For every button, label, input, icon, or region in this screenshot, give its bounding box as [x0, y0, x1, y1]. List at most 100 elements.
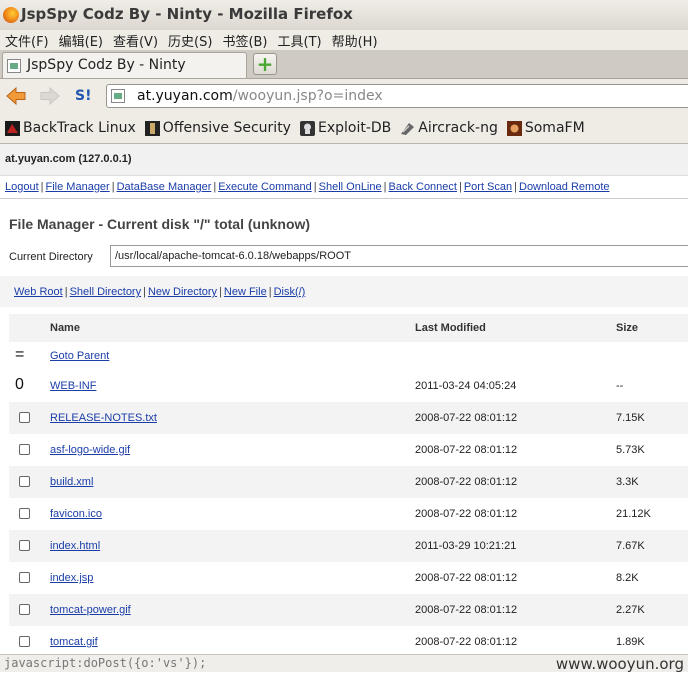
new-tab-button[interactable]: +: [253, 53, 277, 75]
shell-top-nav: Logout | File Manager | DataBase Manager | Exe…: [5, 181, 610, 193]
size-cell: 7.67K: [616, 540, 645, 552]
file-link[interactable]: build.xml: [50, 476, 93, 488]
firefox-logo-icon: [3, 7, 19, 23]
url-path: /wooyun.jsp?o=index: [232, 88, 383, 104]
size-cell: 21.12K: [616, 508, 651, 520]
browser-tab[interactable]: JspSpy Codz By - Ninty: [2, 52, 247, 78]
backtrack-icon: [5, 120, 20, 136]
page-favicon-icon: [7, 59, 21, 73]
menu-bookmarks[interactable]: 书签(B): [218, 31, 273, 50]
nav-execute-command-link[interactable]: Execute Command: [218, 181, 312, 193]
last-modified-cell: 2008-07-22 08:01:12: [415, 444, 518, 456]
site-identity-icon[interactable]: [111, 89, 125, 103]
table-row: build.xml 2008-07-22 08:01:12 3.3K: [9, 466, 688, 498]
exploitdb-icon: [299, 120, 315, 136]
header-name: Name: [50, 322, 80, 334]
menu-history[interactable]: 历史(S): [164, 31, 218, 50]
bookmark-label: Aircrack-ng: [418, 120, 498, 136]
menu-tools[interactable]: 工具(T): [274, 31, 328, 50]
host-bar: at.yuyan.com (127.0.0.1): [0, 144, 688, 176]
last-modified-cell: 2011-03-24 04:05:24: [415, 380, 517, 392]
file-select-checkbox[interactable]: [19, 508, 30, 519]
file-select-checkbox[interactable]: [19, 444, 30, 455]
nav-database-manager-link[interactable]: DataBase Manager: [117, 181, 212, 193]
file-select-checkbox[interactable]: [19, 412, 30, 423]
file-select-checkbox[interactable]: [19, 636, 30, 647]
bookmark-label: SomaFM: [524, 120, 585, 136]
file-select-checkbox[interactable]: [19, 476, 30, 487]
header-last-modified: Last Modified: [415, 322, 486, 334]
nav-port-scan-link[interactable]: Port Scan: [464, 181, 512, 193]
address-bar[interactable]: at.yuyan.com/wooyun.jsp?o=index: [106, 84, 688, 108]
disk-link[interactable]: Disk(/): [274, 286, 306, 298]
table-row: asf-logo-wide.gif 2008-07-22 08:01:12 5.73…: [9, 434, 688, 466]
file-link[interactable]: asf-logo-wide.gif: [50, 444, 130, 456]
current-directory-label: Current Directory: [9, 251, 93, 263]
menu-file[interactable]: 文件(F): [0, 31, 55, 50]
window-title-bar: JspSpy Codz By - Ninty - Mozilla Firefox: [0, 0, 688, 30]
bookmark-label: Exploit-DB: [317, 120, 392, 136]
page-content: at.yuyan.com (127.0.0.1) Logout | File Man…: [0, 144, 688, 671]
file-link[interactable]: tomcat.gif: [50, 636, 98, 648]
parent-mark: =: [15, 346, 25, 363]
navigation-bar: S! at.yuyan.com/wooyun.jsp?o=index: [0, 79, 688, 113]
file-select-checkbox[interactable]: [19, 540, 30, 551]
last-modified-cell: 2008-07-22 08:01:12: [415, 604, 518, 616]
size-cell: 5.73K: [616, 444, 645, 456]
bookmark-offensive-security[interactable]: Offensive Security: [144, 120, 291, 136]
host-label: at.yuyan.com (127.0.0.1): [5, 153, 132, 165]
back-arrow-icon[interactable]: [5, 85, 27, 107]
bookmark-backtrack[interactable]: BackTrack Linux: [5, 120, 136, 136]
url-domain: at.yuyan.com: [137, 88, 233, 104]
bookmark-aircrack-ng[interactable]: Aircrack-ng: [400, 120, 498, 136]
bookmark-label: Offensive Security: [162, 120, 291, 136]
directory-mark: 0: [15, 376, 24, 393]
goto-parent-row: = Goto Parent: [9, 342, 688, 370]
nav-shell-online-link[interactable]: Shell OnLine: [319, 181, 382, 193]
table-row: index.jsp 2008-07-22 08:01:12 8.2K: [9, 562, 688, 594]
directory-link[interactable]: WEB-INF: [50, 380, 96, 392]
file-select-checkbox[interactable]: [19, 572, 30, 583]
nav-logout-link[interactable]: Logout: [5, 181, 39, 193]
new-file-link[interactable]: New File: [224, 286, 267, 298]
menu-help[interactable]: 帮助(H): [328, 31, 384, 50]
last-modified-cell: 2008-07-22 08:01:12: [415, 476, 518, 488]
table-row: tomcat-power.gif 2008-07-22 08:01:12 2.27K: [9, 594, 688, 626]
search-engine-icon[interactable]: S!: [75, 86, 95, 106]
table-row: favicon.ico 2008-07-22 08:01:12 21.12K: [9, 498, 688, 530]
new-directory-link[interactable]: New Directory: [148, 286, 217, 298]
window-title: JspSpy Codz By - Ninty - Mozilla Firefox: [21, 5, 353, 23]
table-row: 0 WEB-INF 2011-03-24 04:05:24 --: [9, 370, 688, 402]
header-size: Size: [616, 322, 639, 334]
file-link[interactable]: favicon.ico: [50, 508, 102, 520]
size-cell: 8.2K: [616, 572, 639, 584]
menu-edit[interactable]: 编辑(E): [55, 31, 109, 50]
bookmark-exploit-db[interactable]: Exploit-DB: [299, 120, 392, 136]
menu-view[interactable]: 查看(V): [109, 31, 164, 50]
nav-file-manager-link[interactable]: File Manager: [46, 181, 110, 193]
forward-arrow-icon[interactable]: [39, 85, 61, 107]
current-directory-input[interactable]: [110, 245, 688, 267]
last-modified-cell: 2008-07-22 08:01:12: [415, 572, 518, 584]
tab-bar: JspSpy Codz By - Ninty +: [0, 50, 688, 79]
file-link[interactable]: RELEASE-NOTES.txt: [50, 412, 157, 424]
table-row: RELEASE-NOTES.txt 2008-07-22 08:01:12 7.15…: [9, 402, 688, 434]
goto-parent-link[interactable]: Goto Parent: [50, 350, 109, 362]
web-root-link[interactable]: Web Root: [14, 286, 63, 298]
tab-label: JspSpy Codz By - Ninty: [27, 57, 186, 73]
file-link[interactable]: index.jsp: [50, 572, 93, 584]
nav-download-remote-link[interactable]: Download Remote: [519, 181, 610, 193]
url-text[interactable]: at.yuyan.com/wooyun.jsp?o=index: [137, 88, 383, 104]
menu-bar: 文件(F) 编辑(E) 查看(V) 历史(S) 书签(B) 工具(T) 帮助(H…: [0, 30, 688, 50]
last-modified-cell: 2008-07-22 08:01:12: [415, 508, 518, 520]
shell-directory-link[interactable]: Shell Directory: [70, 286, 142, 298]
nav-back-connect-link[interactable]: Back Connect: [388, 181, 456, 193]
status-bar: javascript:doPost({o:'vs'}); www.wooyun.…: [0, 654, 688, 673]
file-link[interactable]: index.html: [50, 540, 100, 552]
divider: [0, 198, 688, 199]
page-title: File Manager - Current disk "/" total (u…: [9, 216, 311, 232]
bookmark-somafm[interactable]: SomaFM: [506, 120, 585, 136]
size-cell: 1.89K: [616, 636, 645, 648]
file-select-checkbox[interactable]: [19, 604, 30, 615]
file-link[interactable]: tomcat-power.gif: [50, 604, 131, 616]
